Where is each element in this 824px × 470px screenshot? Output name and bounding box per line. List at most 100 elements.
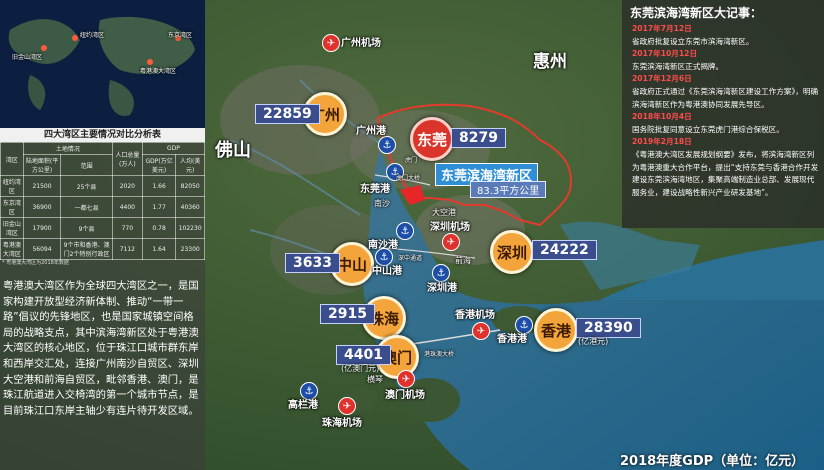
table-header: 人口总量(万人) [111,142,143,176]
gdp-zhuhai: 2915 [320,304,375,324]
event-date: 2018年10月4日 [632,112,692,122]
table-cell: 粤港澳大湾区 [0,238,24,260]
table-header-group: GDP [141,142,206,155]
table-cell: 17900 [22,217,62,239]
airplane-icon: ✈ [472,322,490,340]
table-cell: 7112 [111,238,143,260]
event-item: 2018年10月4日国务院批复同意设立东莞虎门港综合保税区。 [632,111,820,136]
table-cell: 770 [111,217,143,239]
label-big-airport: 大空港 [432,208,456,217]
event-date: 2017年7月12日 [632,24,692,33]
event-item: 2017年10月12日东莞滨海湾新区正式揭牌。 [632,48,820,73]
table-header-group: 土地情况 [22,142,113,155]
table-row: 东京湾区 36900 一都七县 4400 1.77 40360 [0,196,205,218]
gdp-note-hongkong: (亿港元) [578,337,609,346]
region-label-foshan: 佛山 [215,140,251,161]
event-text: 省政府正式通过《东莞滨海湾新区建设工作方案》，明确滨海湾新区作为粤港澳协同发展先… [632,86,819,109]
event-text: 国务院批复同意设立东莞虎门港综合保税区。 [632,124,784,134]
airport-zhuhai: 珠海机场 [322,418,362,429]
city-hongkong: 香港 [534,308,578,352]
event-item: 2017年12月6日省政府正式通过《东莞滨海湾新区建设工作方案》，明确滨海湾新区… [632,73,820,111]
airport-macau: 澳门机场 [385,390,425,401]
event-text: 东莞滨海湾新区正式揭牌。 [632,61,724,71]
region-label-huizhou: 惠州 [533,52,567,72]
events-title: 东莞滨海湾新区大记事： [630,6,763,20]
table-header-row-groups: 湾区 土地情况 人口总量(万人) GDP [0,142,206,176]
label-humen-bridge: 虎门大桥 [396,175,421,182]
port-gaolan: 高栏港 [288,400,318,411]
table-cell: 25个县 [60,175,113,197]
table-cell: 1.66 [141,175,177,197]
event-text: 省政府批复设立东莞市滨海湾新区。 [632,36,754,46]
table-cell: 旧金山湾区 [0,217,24,239]
minimap-label-sf: 旧金山湾区 [12,54,43,61]
table-cell: 82050 [175,175,205,197]
event-item: 2017年7月12日省政府批复设立东莞市滨海湾新区。 [632,23,820,48]
table-row: 纽约湾区 21500 25个县 2020 1.66 82050 [0,175,205,197]
port-hongkong: 香港港 [497,334,527,345]
anchor-icon: ⚓ [396,222,414,240]
port-zhongshan: 中山港 [372,266,402,277]
gdp-hongkong: 28390 [576,318,641,338]
marker-ny [72,35,78,41]
table-row: 旧金山湾区 17900 9个县 770 0.78 102230 [0,217,205,239]
table-row: 粤港澳大湾区 56094 9个市和香港、澳门2个特别行政区 7112 1.64 … [0,238,205,260]
table-cell: 9个市和香港、澳门2个特别行政区 [60,238,113,260]
label-hzmb: 港珠澳大桥 [424,351,455,358]
table-header: GDP(万亿美元) [141,154,177,176]
bay-area-table: 湾区 土地情况 人口总量(万人) GDP 陆地面积(平方公里) 范围 GDP(万… [0,142,206,260]
table-cell: 2020 [111,175,143,197]
table-cell: 40360 [175,196,205,218]
event-text: 《粤港澳大湾区发展规划纲要》发布，将滨海湾新区列为粤港澳重大合作平台，提出“支持… [632,149,819,197]
port-shenzhen: 深圳港 [427,283,457,294]
new-area-size: 83.3平方公里 [470,181,547,198]
table-cell: 102230 [175,217,205,239]
table-note: * 粤港澳大湾区为2018年数据 [2,260,69,266]
table-header: 陆地面积(平方公里) [22,154,62,176]
table-cell: 9个县 [60,217,113,239]
label-qianhai: 前海 [455,256,471,265]
gdp-caption: 2018年度GDP（单位：亿元） [620,454,805,469]
gdp-macau: 4401 [336,345,391,365]
table-cell: 东京湾区 [0,196,24,218]
anchor-icon: ⚓ [378,136,396,154]
minimap-label-ny: 纽约湾区 [80,32,105,39]
left-panel: 纽约湾区 东京湾区 旧金山湾区 粤港澳大湾区 四大湾区主要情况对比分析表 湾区 … [0,0,206,470]
table-cell: 1.64 [141,238,177,260]
port-guangzhou: 广州港 [356,126,386,137]
gdp-shenzhen: 24222 [532,240,597,260]
table-title: 四大湾区主要情况对比分析表 [0,128,205,142]
port-dongguan: 东莞港 [360,184,390,195]
table-cell: 4400 [111,196,143,218]
event-item: 2019年2月18日《粤港澳大湾区发展规划纲要》发布，将滨海湾新区列为粤港澳重大… [632,136,820,199]
label-shenzhong: 深中通道 [398,255,423,262]
marker-gba [147,59,153,65]
table-cell: 纽约湾区 [0,175,24,197]
table-header: 湾区 [0,142,24,176]
gdp-note-macau: (亿澳门元) [341,364,380,373]
event-date: 2017年10月12日 [632,49,698,59]
airplane-icon: ✈ [442,233,460,251]
airplane-icon: ✈ [338,397,356,415]
city-shenzhen: 深圳 [490,230,534,274]
event-date: 2017年12月6日 [632,74,692,84]
table-header: 范围 [60,154,113,176]
table-header: 人均(美元) [175,154,205,176]
label-hengqin: 横琴 [367,375,383,384]
table-cell: 23300 [175,238,205,260]
table-header-row: 陆地面积(平方公里) 范围 GDP(万亿美元) 人均(美元) [1,154,205,176]
airport-hongkong: 香港机场 [455,310,495,321]
airport-guangzhou: 广州机场 [341,38,381,49]
minimap-label-tokyo: 东京湾区 [168,32,193,39]
airport-shenzhen: 深圳机场 [430,222,470,233]
table-cell: 1.77 [141,196,177,218]
table-cell: 21500 [22,175,62,197]
events-list: 2017年7月12日省政府批复设立东莞市滨海湾新区。 2017年10月12日东莞… [632,23,820,199]
world-minimap: 纽约湾区 东京湾区 旧金山湾区 粤港澳大湾区 [0,0,205,128]
minimap-label-gba: 粤港澳大湾区 [140,68,177,75]
marker-sf [41,45,47,51]
table-cell: 一都七县 [60,196,113,218]
gdp-zhongshan: 3633 [285,253,340,273]
event-date: 2019年2月18日 [632,137,692,147]
table-cell: 36900 [22,196,62,218]
